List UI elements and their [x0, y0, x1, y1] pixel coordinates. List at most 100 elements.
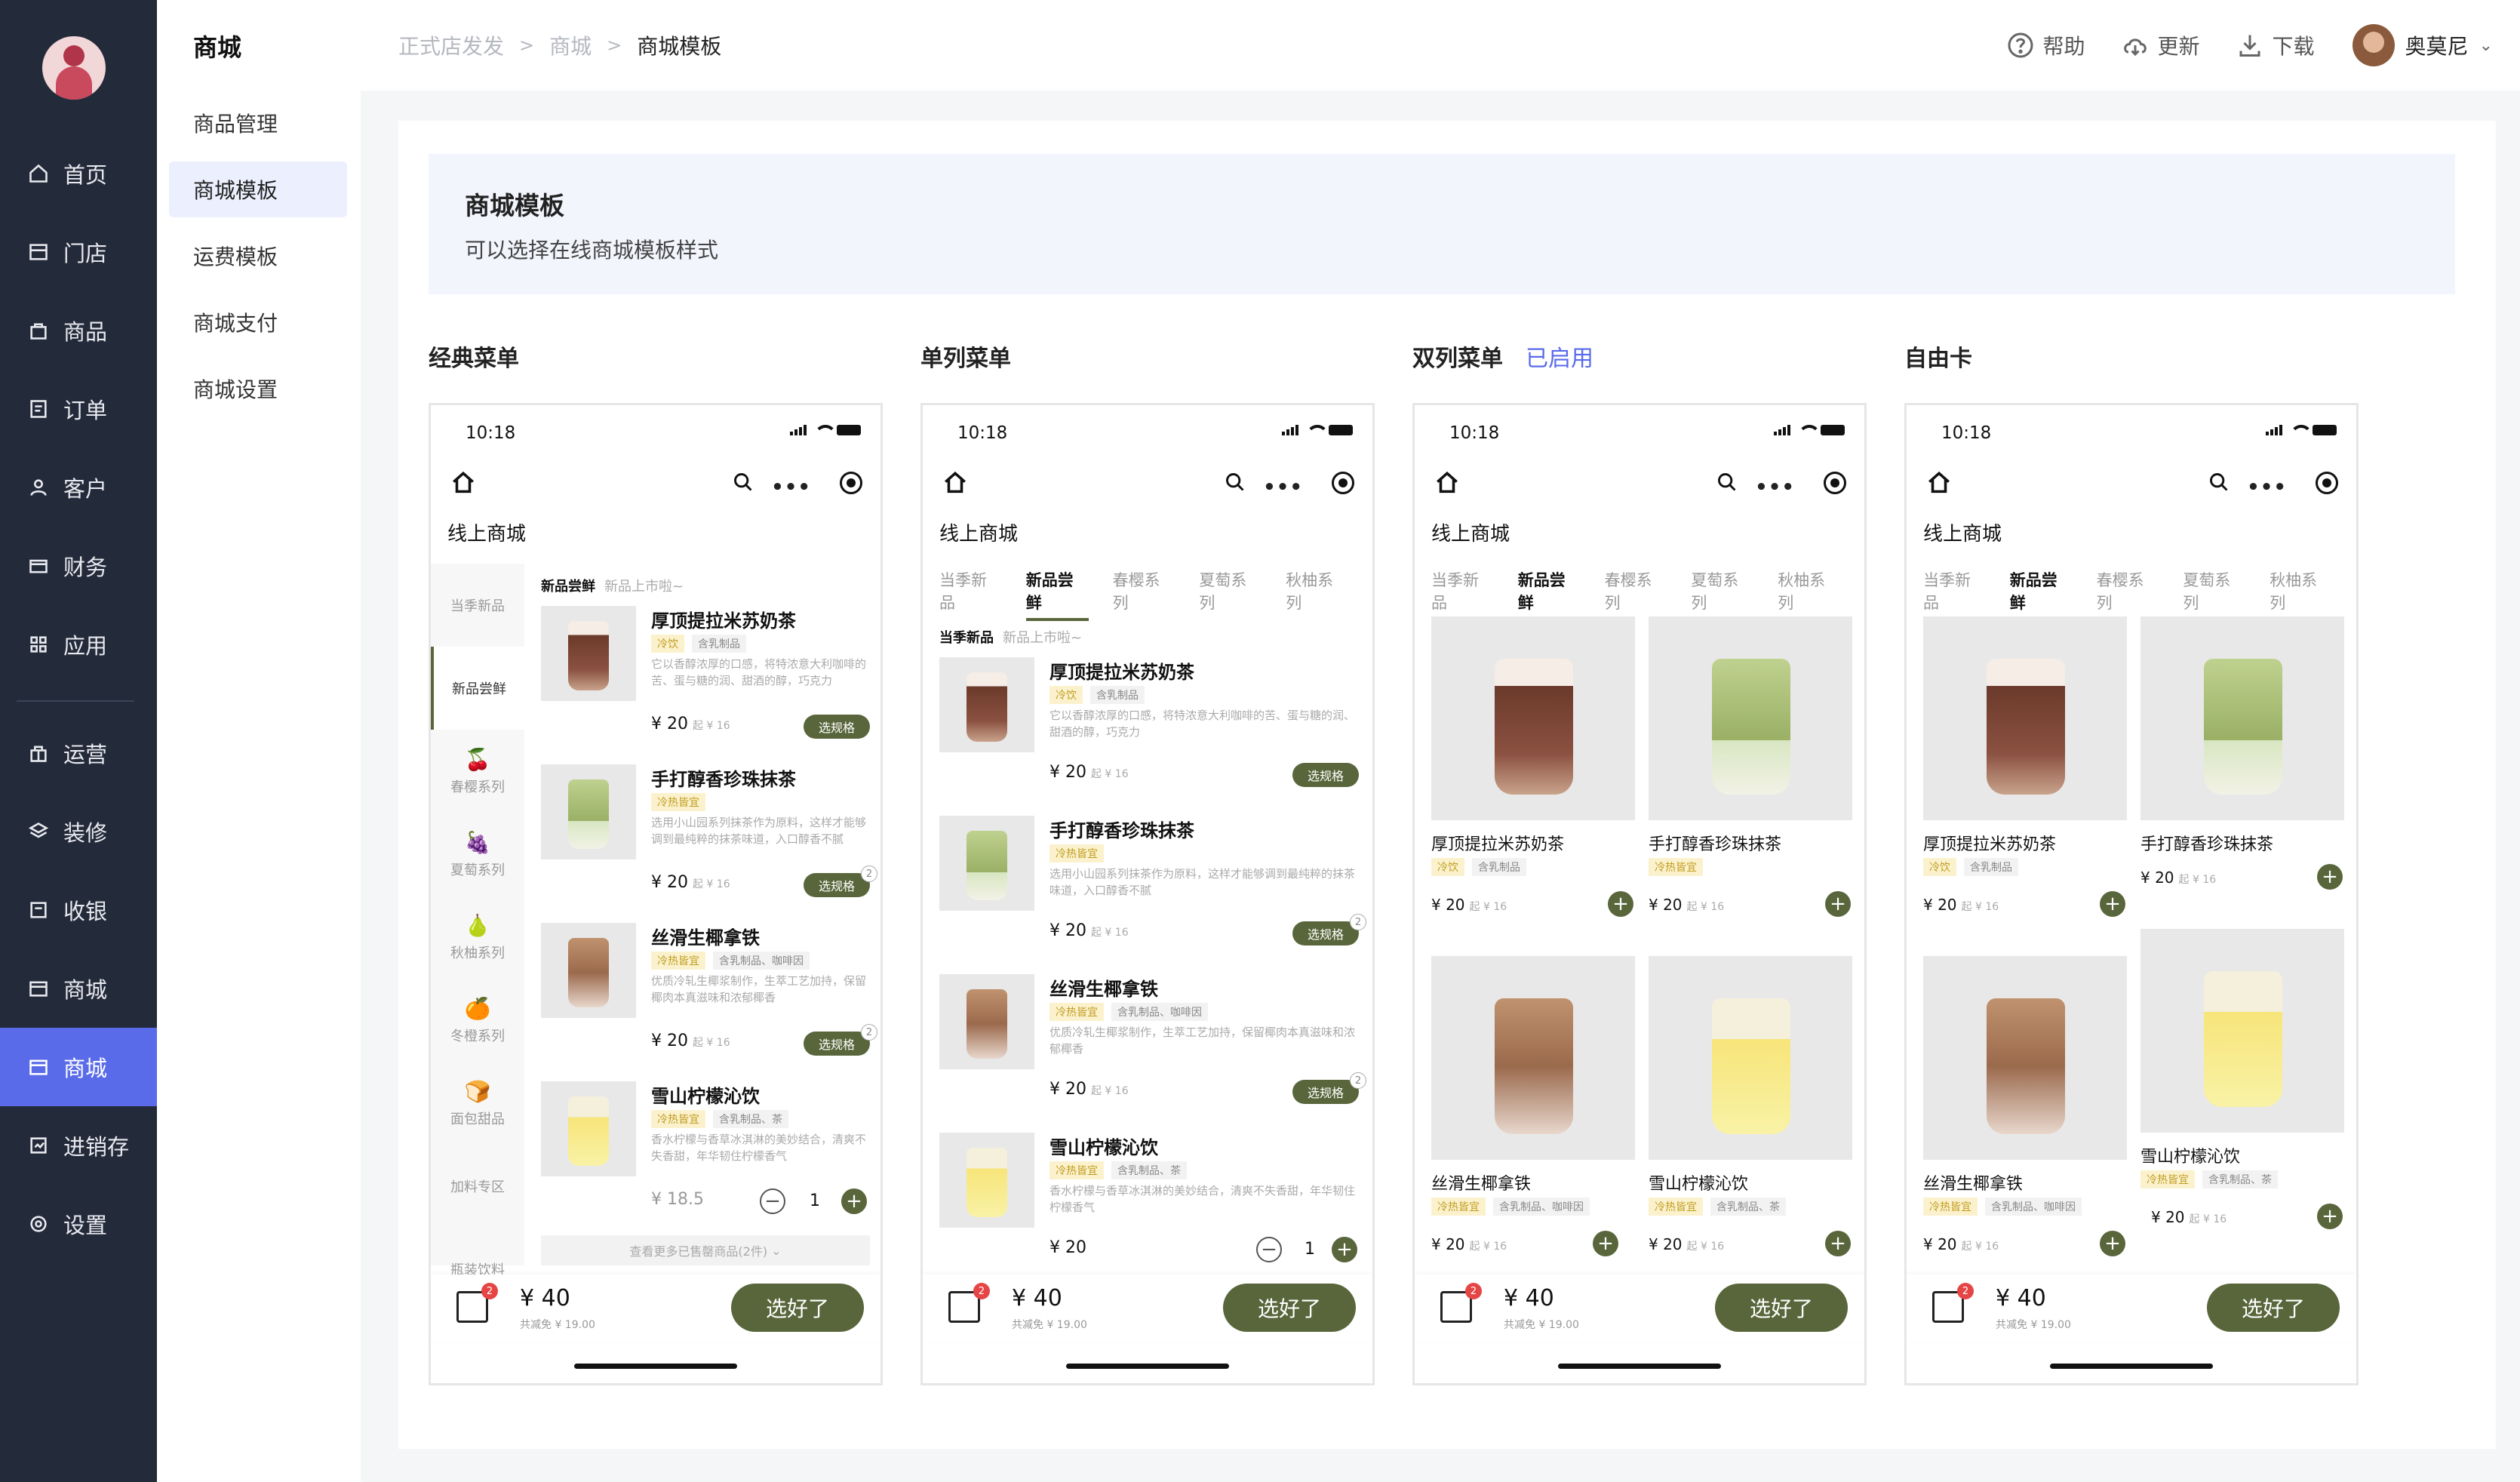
download-button[interactable]: 下载 — [2236, 30, 2315, 60]
checkout-button[interactable]: 选好了 — [1223, 1284, 1356, 1332]
nav-mall[interactable]: 商城 — [0, 949, 157, 1028]
target-icon[interactable] — [2316, 472, 2338, 494]
tab[interactable]: 当季新品 — [1431, 568, 1494, 621]
plus-button[interactable]: + — [2317, 1204, 2343, 1229]
template-preview-classic[interactable]: 10:18 ••• 线上商城 当季新品 新品尝鲜 🍒 春樱系列 🍇 夏萄系列 🍐 秋柚… — [429, 403, 883, 1385]
nav-orders[interactable]: 订单 — [0, 370, 157, 448]
spec-button[interactable]: 选规格 — [804, 715, 870, 739]
home-icon[interactable] — [450, 470, 476, 496]
home-icon[interactable] — [1434, 470, 1460, 496]
product-card[interactable]: 丝滑生椰拿铁 冷热皆宜 含乳制品、咖啡因 ¥ 20 起 ¥ 16 + — [1431, 956, 1635, 1273]
template-preview-single[interactable]: 10:18 ••• 线上商城 当季新品 新品尝鲜 春樱系列 夏萄系列 秋柚系列 当季新品… — [920, 403, 1375, 1385]
search-icon[interactable] — [2208, 472, 2230, 493]
plus-button[interactable]: + — [1332, 1237, 1357, 1262]
tab[interactable]: 秋柚系列 — [1778, 568, 1840, 621]
cart-icon[interactable]: 2 — [948, 1283, 990, 1323]
tab[interactable]: 夏萄系列 — [1199, 568, 1262, 621]
nav-settings[interactable]: 设置 — [0, 1185, 157, 1263]
template-preview-double[interactable]: 10:18 ••• 线上商城 当季新品 新品尝鲜 春樱系列 夏萄系列 秋柚系列 厚顶提拉… — [1412, 403, 1867, 1385]
category-item[interactable]: 🍊 冬橙系列 — [431, 979, 524, 1062]
help-button[interactable]: 帮助 — [2007, 30, 2085, 60]
list-item[interactable]: 丝滑生椰拿铁 冷热皆宜 含乳制品、咖啡因 优质冷轧生椰浆制作，生萃工艺加持，保留椰… — [541, 923, 877, 1066]
category-item[interactable]: 当季新品 — [431, 564, 524, 647]
tab[interactable]: 当季新品 — [1923, 568, 1986, 621]
list-item[interactable]: 厚顶提拉米苏奶茶 冷饮 含乳制品 它以香醇浓厚的口感，将特浓意大利咖啡的苦、蛋与糖… — [939, 657, 1362, 801]
tab[interactable]: 夏萄系列 — [2183, 568, 2245, 621]
minus-button[interactable]: − — [760, 1188, 785, 1214]
tab-active[interactable]: 新品尝鲜 — [2009, 568, 2073, 621]
more-icon[interactable]: ••• — [1263, 476, 1303, 499]
spec-button[interactable]: 选规格 — [1292, 763, 1359, 787]
subnav-item-shipping[interactable]: 运费模板 — [169, 228, 347, 284]
category-item[interactable]: 🍇 夏萄系列 — [431, 813, 524, 896]
nav-cashier[interactable]: 收银 — [0, 871, 157, 949]
chevron-down-icon[interactable]: ⌄ — [2479, 36, 2493, 55]
category-item[interactable]: 🍐 秋柚系列 — [431, 896, 524, 979]
plus-button[interactable]: + — [1608, 891, 1633, 917]
nav-finance[interactable]: 财务 — [0, 527, 157, 605]
brand-logo[interactable] — [42, 36, 106, 100]
subnav-item-settings[interactable]: 商城设置 — [169, 361, 347, 417]
spec-button[interactable]: 选规格 — [804, 873, 870, 897]
more-icon[interactable]: ••• — [771, 476, 811, 499]
tab-active[interactable]: 新品尝鲜 — [1517, 568, 1581, 621]
user-name[interactable]: 奥莫尼 — [2405, 30, 2469, 60]
plus-button[interactable]: + — [1593, 1231, 1618, 1256]
user-avatar[interactable] — [2352, 24, 2395, 66]
spec-button[interactable]: 选规格 — [1292, 921, 1359, 945]
home-icon[interactable] — [942, 470, 968, 496]
target-icon[interactable] — [840, 472, 862, 494]
target-icon[interactable] — [1332, 472, 1354, 494]
category-item[interactable]: 加料专区 — [431, 1145, 524, 1228]
checkout-button[interactable]: 选好了 — [1715, 1284, 1848, 1332]
breadcrumb-store[interactable]: 正式店发发 — [398, 30, 504, 60]
nav-inventory[interactable]: 进销存 — [0, 1106, 157, 1185]
nav-customers[interactable]: 客户 — [0, 448, 157, 527]
nav-operations[interactable]: 运营 — [0, 714, 157, 792]
product-card[interactable]: 手打醇香珍珠抹茶 冷热皆宜 ¥ 20 起 ¥ 16 + — [1649, 616, 1852, 933]
plus-button[interactable]: + — [1825, 891, 1851, 917]
target-icon[interactable] — [1824, 472, 1846, 494]
nav-goods[interactable]: 商品 — [0, 291, 157, 370]
tab[interactable]: 秋柚系列 — [2270, 568, 2332, 621]
category-item[interactable]: 🍞 面包甜品 — [431, 1062, 524, 1145]
more-soldout-link[interactable]: 查看更多已售罄商品(2件) ⌄ — [541, 1235, 870, 1265]
plus-button[interactable]: + — [841, 1188, 867, 1214]
tab[interactable]: 夏萄系列 — [1691, 568, 1753, 621]
list-item[interactable]: 雪山柠檬沁饮 冷热皆宜 含乳制品、茶 香水柠檬与香草冰淇淋的美妙结合，清爽不失香甜… — [939, 1133, 1362, 1276]
product-card[interactable]: 厚顶提拉米苏奶茶 冷饮 含乳制品 ¥ 20 起 ¥ 16 + — [1431, 616, 1635, 933]
tab[interactable]: 春樱系列 — [2097, 568, 2159, 621]
checkout-button[interactable]: 选好了 — [2207, 1284, 2340, 1332]
nav-store[interactable]: 门店 — [0, 213, 157, 291]
minus-button[interactable]: − — [1256, 1237, 1282, 1262]
list-item[interactable]: 手打醇香珍珠抹茶 冷热皆宜 选用小山园系列抹茶作为原料，这样才能够调到最纯粹的抹… — [939, 816, 1366, 959]
subnav-item-products[interactable]: 商品管理 — [169, 95, 347, 151]
tab[interactable]: 秋柚系列 — [1286, 568, 1348, 621]
plus-button[interactable]: + — [2317, 864, 2343, 890]
nav-apps[interactable]: 应用 — [0, 605, 157, 684]
list-item[interactable]: 丝滑生椰拿铁 冷热皆宜 含乳制品、咖啡因 优质冷轧生椰浆制作，生萃工艺加持，保留椰… — [939, 974, 1366, 1118]
nav-mall-active[interactable]: 商城 — [0, 1028, 157, 1106]
list-item[interactable]: 雪山柠檬沁饮 冷热皆宜 含乳制品、茶 香水柠檬与香草冰淇淋的美妙结合，清爽不失香甜… — [541, 1081, 870, 1225]
more-icon[interactable]: ••• — [1755, 476, 1795, 499]
breadcrumb-mall[interactable]: 商城 — [549, 30, 592, 60]
checkout-button[interactable]: 选好了 — [731, 1284, 864, 1332]
cart-icon[interactable]: 2 — [1932, 1283, 1974, 1323]
category-item[interactable]: 🍒 春樱系列 — [431, 730, 524, 813]
nav-decoration[interactable]: 装修 — [0, 792, 157, 871]
product-card[interactable]: 雪山柠檬沁饮 冷热皆宜 含乳制品、茶 ¥ 20 起 ¥ 16 + — [1649, 956, 1852, 1273]
tab[interactable]: 春樱系列 — [1113, 568, 1175, 621]
product-card[interactable]: 厚顶提拉米苏奶茶 冷饮 含乳制品 ¥ 20 起 ¥ 16 + — [1923, 616, 2127, 933]
more-icon[interactable]: ••• — [2247, 476, 2287, 499]
search-icon[interactable] — [1716, 472, 1738, 493]
search-icon[interactable] — [733, 472, 754, 493]
list-item[interactable]: 手打醇香珍珠抹茶 冷热皆宜 选用小山园系列抹茶作为原料，这样才能够调到最纯粹的抹… — [541, 764, 877, 908]
tab[interactable]: 春樱系列 — [1605, 568, 1667, 621]
template-preview-free[interactable]: 10:18 ••• 线上商城 当季新品 新品尝鲜 春樱系列 夏萄系列 秋柚系列 厚顶提拉… — [1904, 403, 2359, 1385]
plus-button[interactable]: + — [1825, 1231, 1851, 1256]
subnav-item-templates[interactable]: 商城模板 — [169, 161, 347, 217]
spec-button[interactable]: 选规格 — [804, 1032, 870, 1056]
tab[interactable]: 当季新品 — [939, 568, 1002, 621]
home-icon[interactable] — [1926, 470, 1952, 496]
product-card[interactable]: 丝滑生椰拿铁 冷热皆宜 含乳制品、咖啡因 ¥ 20 起 ¥ 16 + — [1923, 956, 2127, 1273]
